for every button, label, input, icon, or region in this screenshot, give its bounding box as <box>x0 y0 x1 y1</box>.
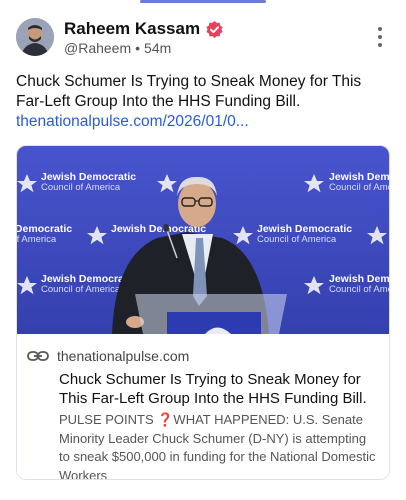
link-icon <box>27 349 49 363</box>
link-preview-card[interactable]: Jewish Democratic Council of America Jew… <box>16 145 390 480</box>
post-meta: @Raheem • 54m <box>64 40 171 56</box>
card-title: Chuck Schumer Is Trying to Sneak Money f… <box>59 371 367 407</box>
top-tab-indicator <box>140 0 266 3</box>
card-domain-row: thenationalpulse.com <box>27 348 189 364</box>
card-domain: thenationalpulse.com <box>57 348 190 364</box>
press-photo: Jewish Democratic Council of America Jew… <box>17 146 390 334</box>
banner-line2: Council of America <box>41 182 121 193</box>
meta-separator: • <box>135 40 141 56</box>
banner-line2: Council of America <box>329 284 390 295</box>
card-image[interactable]: Jewish Democratic Council of America Jew… <box>17 146 390 334</box>
author-name[interactable]: Raheem Kassam <box>64 19 200 39</box>
avatar-image <box>16 18 54 56</box>
post-link[interactable]: thenationalpulse.com/2026/01/0... <box>16 112 249 132</box>
banner-line2: Council of America <box>257 234 337 245</box>
podium <box>135 294 287 334</box>
banner-line2: Council of America <box>329 182 390 193</box>
avatar[interactable] <box>16 18 54 56</box>
post-time[interactable]: 54m <box>144 40 171 56</box>
more-vertical-icon[interactable] <box>370 24 390 50</box>
banner-line2: Council of America <box>17 234 57 245</box>
post-header: Raheem Kassam @Raheem • 54m <box>16 18 390 58</box>
verified-badge-icon <box>205 20 224 39</box>
post-text: Chuck Schumer Is Trying to Sneak Money f… <box>16 73 362 110</box>
banner-line2: Council of America <box>41 284 121 295</box>
card-body: thenationalpulse.com Chuck Schumer Is Tr… <box>17 334 389 479</box>
card-description: PULSE POINTS ❓WHAT HAPPENED: U.S. Senate… <box>59 412 376 480</box>
author-handle[interactable]: @Raheem <box>64 40 131 56</box>
